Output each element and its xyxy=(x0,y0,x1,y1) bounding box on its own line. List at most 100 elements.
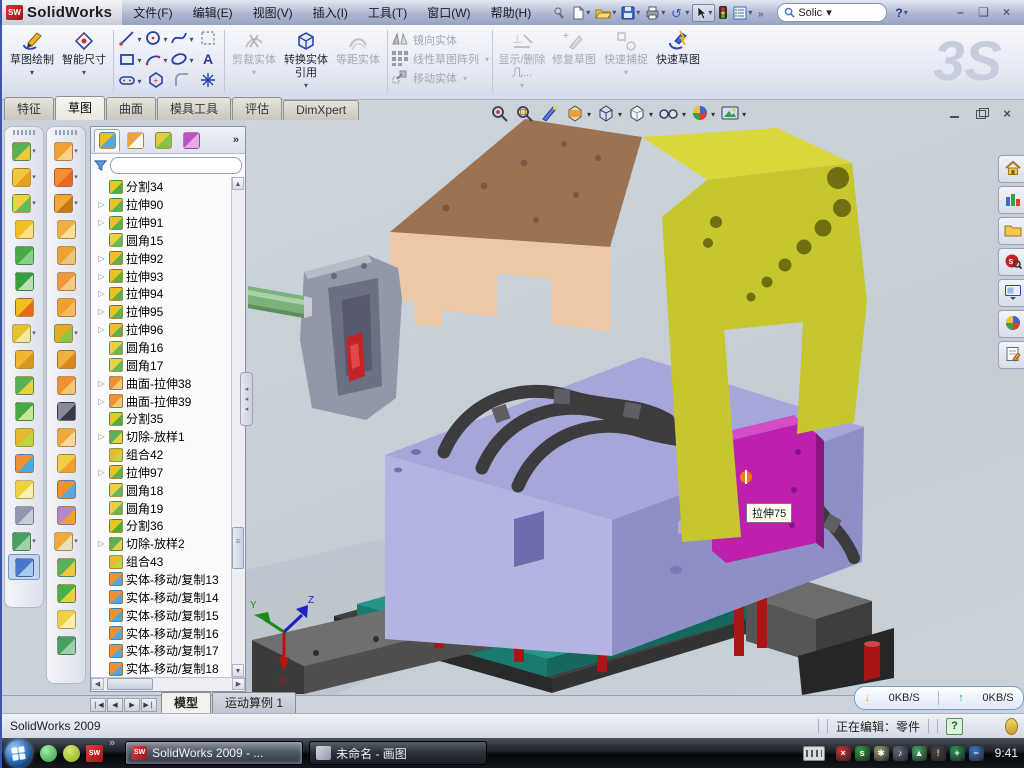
scene-button[interactable]: ▾ xyxy=(720,104,746,125)
custom-properties-tab[interactable] xyxy=(998,341,1024,369)
planar-surface-button[interactable] xyxy=(50,294,82,320)
scroll-up-arrow[interactable]: ▲ xyxy=(232,177,244,190)
tree-item[interactable]: 组合43 xyxy=(91,553,232,571)
tree-item[interactable]: 实体-移动/复制13 xyxy=(91,571,232,589)
tab-评估[interactable]: 评估 xyxy=(232,97,282,120)
extend-surface-button[interactable] xyxy=(50,372,82,398)
fillet-button[interactable]: ▾ xyxy=(8,190,40,216)
extruded-boss-button[interactable]: ▾ xyxy=(8,138,40,164)
spline-button[interactable]: ▾ xyxy=(169,29,195,50)
tree-item[interactable]: 分割36 xyxy=(91,517,232,535)
volume-icon[interactable]: ♪ xyxy=(893,746,908,761)
tree-item[interactable]: 实体-移动/复制16 xyxy=(91,624,232,642)
scale-button[interactable] xyxy=(50,476,82,502)
panel-collapse-handle[interactable]: ◂◂◂ xyxy=(240,372,253,426)
tree-tabs-overflow-icon[interactable]: » xyxy=(233,134,242,146)
scroll-left-arrow[interactable]: ◀ xyxy=(91,678,104,690)
slot-button[interactable]: ▾ xyxy=(117,71,143,92)
options-list-button[interactable]: ▾ xyxy=(731,5,754,21)
spline-tool-button[interactable] xyxy=(50,632,82,658)
tree-item[interactable]: ▷ 拉伸97 xyxy=(91,464,232,482)
taskbar-task-1[interactable]: SW SolidWorks 2009 - ... xyxy=(125,741,303,765)
tree-item[interactable]: ▷ 拉伸92 xyxy=(91,249,232,267)
file-explorer-tab[interactable] xyxy=(998,217,1024,245)
search-dropdown-icon[interactable]: ▾ xyxy=(826,6,832,19)
tree-item[interactable]: 实体-移动/复制14 xyxy=(91,588,232,606)
print-button[interactable]: ▾ xyxy=(643,5,667,21)
tree-item[interactable]: 圆角17 xyxy=(91,356,232,374)
feature-manager-tab[interactable] xyxy=(94,129,120,152)
rotate-view-button[interactable] xyxy=(540,104,560,125)
select-arrow-button[interactable]: ▾ xyxy=(692,4,715,22)
next-tab-button[interactable]: ▶ xyxy=(124,698,140,712)
expand-arrow-icon[interactable]: ▷ xyxy=(97,325,106,334)
minimize-button[interactable]: – xyxy=(953,6,968,19)
toolbar-grip[interactable] xyxy=(13,130,35,135)
tree-item[interactable]: 圆角16 xyxy=(91,339,232,357)
expand-arrow-icon[interactable]: ▷ xyxy=(97,432,106,441)
defender-shield-icon[interactable]: + xyxy=(950,746,965,761)
智能尺寸-button[interactable]: 智能尺寸▾ xyxy=(58,28,110,77)
dome-button[interactable] xyxy=(50,580,82,606)
expand-arrow-icon[interactable]: ▷ xyxy=(97,218,106,227)
restore-button[interactable]: ❏ xyxy=(976,6,991,19)
parting-surface-button[interactable] xyxy=(50,268,82,294)
messenger-icon[interactable] xyxy=(40,745,57,762)
appearances-button[interactable]: ▾ xyxy=(691,104,715,125)
media-player-icon[interactable] xyxy=(63,745,80,762)
expand-arrow-icon[interactable]: ▷ xyxy=(97,468,106,477)
tree-item[interactable]: 圆角18 xyxy=(91,481,232,499)
shell-button[interactable] xyxy=(8,242,40,268)
sync-status-icon[interactable]: − xyxy=(969,746,984,761)
menu-窗口(W)[interactable]: 窗口(W) xyxy=(418,2,479,23)
parting-line-button[interactable]: ▾ xyxy=(50,164,82,190)
quick-tips-icon[interactable]: ? xyxy=(946,718,963,735)
tree-item[interactable]: ▷ 拉伸96 xyxy=(91,321,232,339)
property-manager-tab[interactable] xyxy=(122,129,148,152)
network-icon[interactable]: ▲ xyxy=(912,746,927,761)
rebuild-traffic-light-button[interactable] xyxy=(716,4,730,21)
tree-item[interactable]: 分割35 xyxy=(91,410,232,428)
tree-item[interactable]: 组合42 xyxy=(91,446,232,464)
tree-item[interactable]: 实体-移动/复制17 xyxy=(91,642,232,660)
overflow-button[interactable]: » xyxy=(755,5,769,21)
草图绘制-button[interactable]: 草图绘制▾ xyxy=(6,28,58,77)
tree-item[interactable]: ▷ 拉伸90 xyxy=(91,196,232,214)
转换实体引用-button[interactable]: 转换实体引用▾ xyxy=(280,28,332,90)
knit-surface-button[interactable]: ▾ xyxy=(50,320,82,346)
hide-show-items-button[interactable]: ▾ xyxy=(658,104,686,125)
tree-item[interactable]: 圆角19 xyxy=(91,499,232,517)
doc-restore-button[interactable] xyxy=(974,108,988,120)
first-tab-button[interactable]: ❘◀ xyxy=(90,698,106,712)
view-palette-tab[interactable] xyxy=(998,279,1024,307)
menu-工具(T)[interactable]: 工具(T) xyxy=(359,2,416,23)
trim-surface-button[interactable]: ▾ xyxy=(50,190,82,216)
reference-point-button[interactable] xyxy=(8,476,40,502)
last-tab-button[interactable]: ▶❘ xyxy=(141,698,157,712)
mirror-feature-button[interactable] xyxy=(8,398,40,424)
taskbar-task-2[interactable]: 未命名 - 画图 xyxy=(309,741,487,765)
close-button[interactable]: × xyxy=(999,6,1014,19)
sketch-text-button[interactable]: A xyxy=(195,50,221,71)
hole-wizard-button[interactable] xyxy=(8,294,40,320)
help-menu[interactable]: ? ▾ xyxy=(895,6,907,20)
expand-arrow-icon[interactable]: ▷ xyxy=(97,272,106,281)
doc-close-button[interactable]: × xyxy=(1000,108,1014,120)
search-input[interactable]: Solic ▾ xyxy=(777,3,887,22)
ruled-surface-button[interactable]: ▾ xyxy=(50,138,82,164)
save-button[interactable]: ▾ xyxy=(619,5,642,21)
draft-button[interactable] xyxy=(8,372,40,398)
expand-arrow-icon[interactable]: ▷ xyxy=(97,539,106,548)
prev-tab-button[interactable]: ◀ xyxy=(107,698,123,712)
warning-icon[interactable]: ! xyxy=(931,746,946,761)
corner-trim-button[interactable] xyxy=(50,554,82,580)
network-speed-widget[interactable]: ↓ 0KB/S ↑ 0KB/S xyxy=(854,686,1024,710)
zoom-fit-button[interactable] xyxy=(490,104,510,125)
expand-arrow-icon[interactable]: ▷ xyxy=(97,379,106,388)
antivirus-shield-icon[interactable]: × xyxy=(836,746,851,761)
tab-曲面[interactable]: 曲面 xyxy=(106,97,156,120)
security-shield-icon[interactable]: s xyxy=(855,746,870,761)
menu-编辑(E)[interactable]: 编辑(E) xyxy=(184,2,242,23)
freeform-button[interactable] xyxy=(50,606,82,632)
open-folder-button[interactable]: ▾ xyxy=(593,5,618,21)
